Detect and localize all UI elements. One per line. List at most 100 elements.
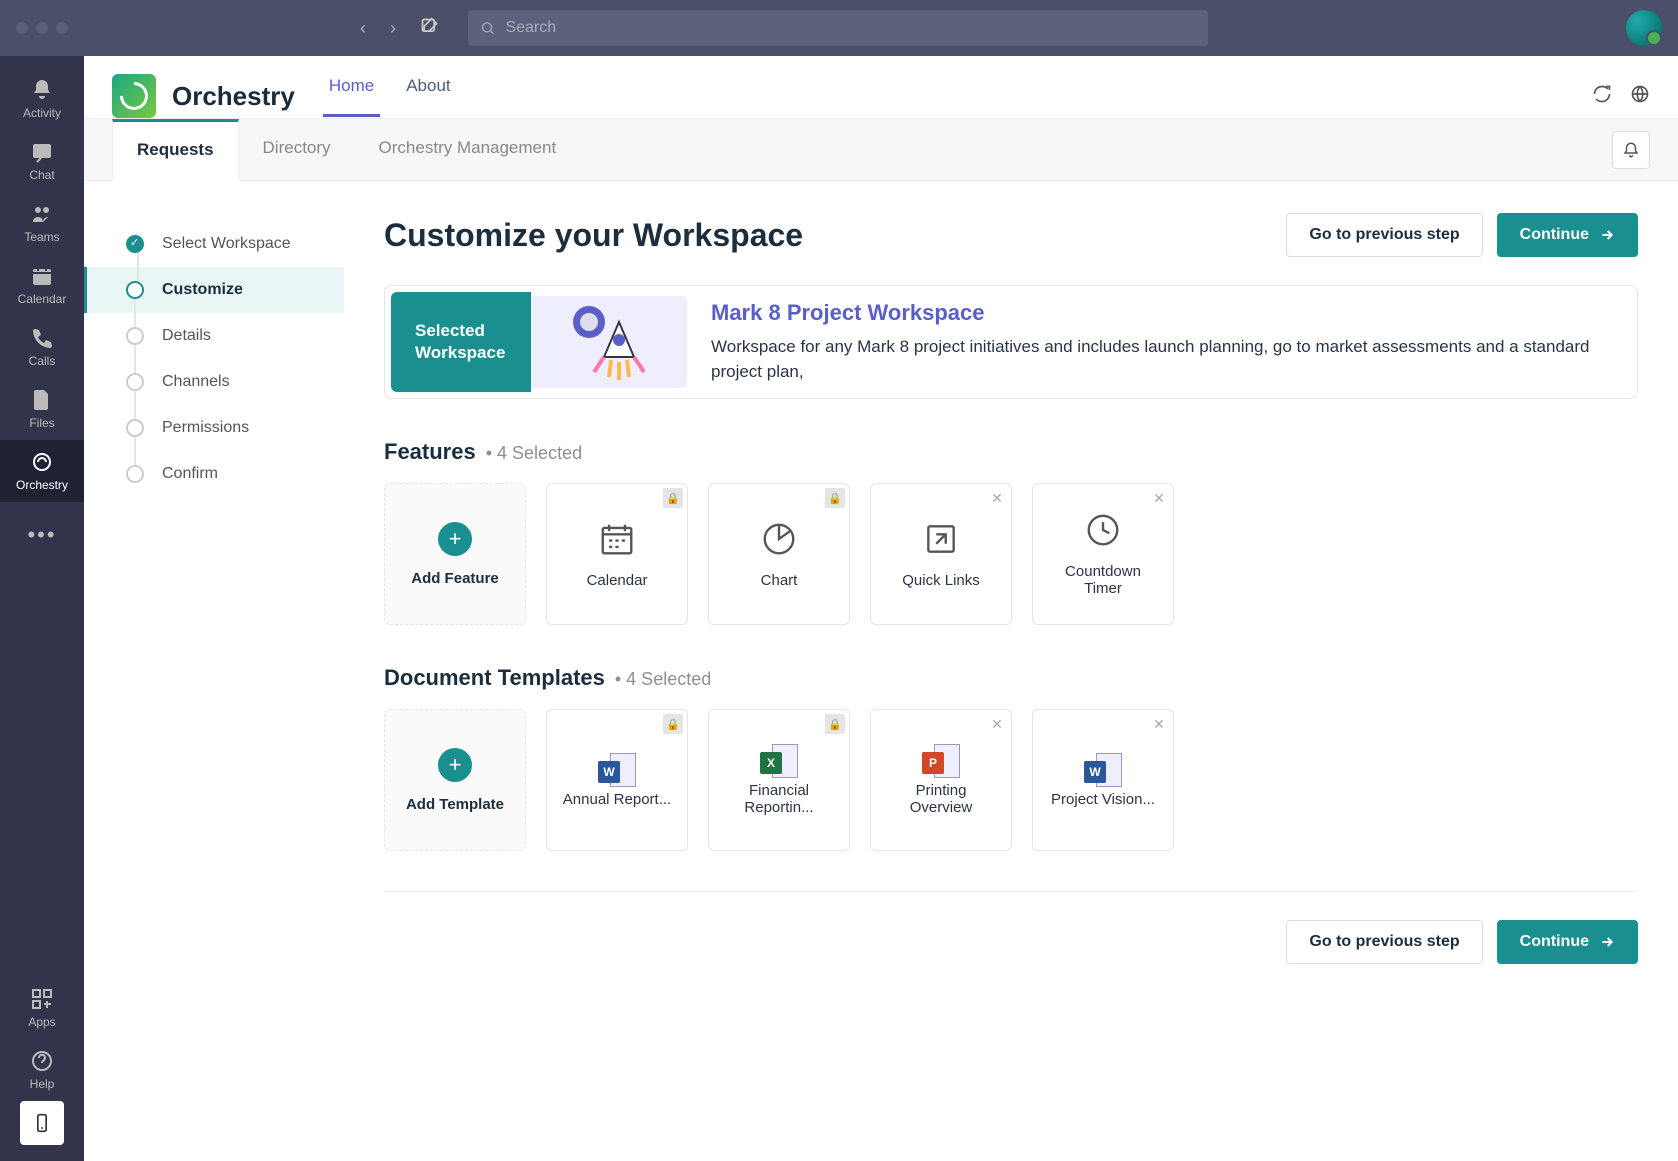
add-feature-label: Add Feature (411, 570, 499, 587)
rail-calls[interactable]: Calls (0, 316, 84, 378)
chat-icon (30, 140, 54, 164)
sub-nav: Requests Directory Orchestry Management (84, 118, 1678, 181)
app-title: Orchestry (172, 81, 295, 112)
previous-step-button-bottom[interactable]: Go to previous step (1286, 920, 1482, 964)
bell-icon (30, 78, 54, 102)
refresh-button[interactable] (1592, 84, 1612, 109)
features-heading: Features (384, 439, 476, 465)
features-section: Features 4 Selected + Add Feature 🔒 Cale… (384, 439, 1638, 625)
workspace-title: Mark 8 Project Workspace (711, 300, 1607, 326)
rail-more[interactable]: ••• (0, 502, 84, 568)
orchestry-logo (112, 74, 156, 118)
user-avatar[interactable] (1626, 10, 1662, 46)
step-customize[interactable]: Customize (84, 267, 344, 313)
template-annual-report[interactable]: 🔒 W Annual Report... (546, 709, 688, 851)
step-channels[interactable]: Channels (84, 359, 344, 405)
card-label: Quick Links (902, 572, 980, 589)
templates-count: 4 Selected (615, 669, 711, 690)
step-dot-icon (126, 281, 144, 299)
rocket-icon (559, 302, 659, 382)
plus-icon: + (438, 748, 472, 782)
apps-icon (30, 987, 54, 1011)
templates-heading: Document Templates (384, 665, 605, 691)
step-dot-icon (126, 419, 144, 437)
remove-icon[interactable]: ✕ (1149, 488, 1169, 508)
continue-button[interactable]: Continue (1497, 213, 1638, 257)
step-select-workspace[interactable]: Select Workspace (84, 221, 344, 267)
template-printing-overview[interactable]: ✕ P Printing Overview (870, 709, 1012, 851)
rail-label: Apps (0, 1015, 84, 1029)
rail-activity[interactable]: Activity (0, 68, 84, 130)
features-count: 4 Selected (486, 443, 582, 464)
rail-chat[interactable]: Chat (0, 130, 84, 192)
rail-label: Orchestry (0, 478, 84, 492)
rail-label: Calendar (0, 292, 84, 306)
previous-step-button[interactable]: Go to previous step (1286, 213, 1482, 257)
step-dot-icon (126, 373, 144, 391)
search-box[interactable] (468, 10, 1208, 46)
feature-quick-links[interactable]: ✕ Quick Links (870, 483, 1012, 625)
step-label: Confirm (162, 465, 218, 483)
selected-badge: Selected Workspace (391, 292, 531, 392)
card-label: Financial Reportin... (721, 782, 837, 816)
excel-icon: X (760, 744, 798, 782)
page-title: Customize your Workspace (384, 217, 803, 254)
subtab-management[interactable]: Orchestry Management (355, 120, 581, 179)
rail-calendar[interactable]: Calendar (0, 254, 84, 316)
clock-icon (1084, 511, 1122, 549)
arrow-right-icon (1599, 227, 1615, 243)
template-project-vision[interactable]: ✕ W Project Vision... (1032, 709, 1174, 851)
lock-icon: 🔒 (663, 714, 683, 734)
step-confirm[interactable]: Confirm (84, 451, 344, 497)
feature-calendar[interactable]: 🔒 Calendar (546, 483, 688, 625)
search-input[interactable] (505, 19, 1196, 37)
remove-icon[interactable]: ✕ (1149, 714, 1169, 734)
compose-button[interactable] (408, 9, 452, 48)
search-icon (480, 20, 495, 36)
app-nav: Home About (323, 76, 457, 117)
phone-icon (30, 326, 54, 350)
continue-button-bottom[interactable]: Continue (1497, 920, 1638, 964)
nav-forward-button[interactable]: › (378, 10, 408, 47)
plus-icon: + (438, 522, 472, 556)
remove-icon[interactable]: ✕ (987, 488, 1007, 508)
card-label: Printing Overview (883, 782, 999, 816)
rail-files[interactable]: Files (0, 378, 84, 440)
notifications-button[interactable] (1612, 131, 1650, 169)
feature-chart[interactable]: 🔒 Chart (708, 483, 850, 625)
workspace-thumbnail (531, 296, 687, 388)
step-permissions[interactable]: Permissions (84, 405, 344, 451)
rail-help[interactable]: Help (0, 1039, 84, 1101)
rail-label: Chat (0, 168, 84, 182)
lock-icon: 🔒 (663, 488, 683, 508)
templates-section: Document Templates 4 Selected + Add Temp… (384, 665, 1638, 851)
tab-about[interactable]: About (400, 76, 456, 117)
rail-mobile-button[interactable] (20, 1101, 64, 1145)
step-dot-icon (126, 327, 144, 345)
rail-teams[interactable]: Teams (0, 192, 84, 254)
window-controls[interactable] (16, 22, 68, 34)
powerpoint-icon: P (922, 744, 960, 782)
rail-orchestry[interactable]: Orchestry (0, 440, 84, 502)
nav-back-button[interactable]: ‹ (348, 10, 378, 47)
rail-label: Activity (0, 106, 84, 120)
remove-icon[interactable]: ✕ (987, 714, 1007, 734)
calendar-icon (30, 264, 54, 288)
app-header: Orchestry Home About (84, 56, 1678, 118)
feature-countdown[interactable]: ✕ Countdown Timer (1032, 483, 1174, 625)
help-icon (30, 1049, 54, 1073)
arrow-right-icon (1599, 934, 1615, 950)
tab-home[interactable]: Home (323, 76, 380, 117)
step-label: Channels (162, 373, 230, 391)
template-financial-reporting[interactable]: 🔒 X Financial Reportin... (708, 709, 850, 851)
subtab-directory[interactable]: Directory (239, 120, 355, 179)
subtab-requests[interactable]: Requests (112, 119, 239, 181)
step-dot-icon (126, 465, 144, 483)
add-template-card[interactable]: + Add Template (384, 709, 526, 851)
rail-label: Files (0, 416, 84, 430)
step-details[interactable]: Details (84, 313, 344, 359)
globe-button[interactable] (1630, 84, 1650, 109)
wizard-stepper: Select Workspace Customize Details Chann… (84, 181, 344, 1161)
rail-apps[interactable]: Apps (0, 977, 84, 1039)
add-feature-card[interactable]: + Add Feature (384, 483, 526, 625)
